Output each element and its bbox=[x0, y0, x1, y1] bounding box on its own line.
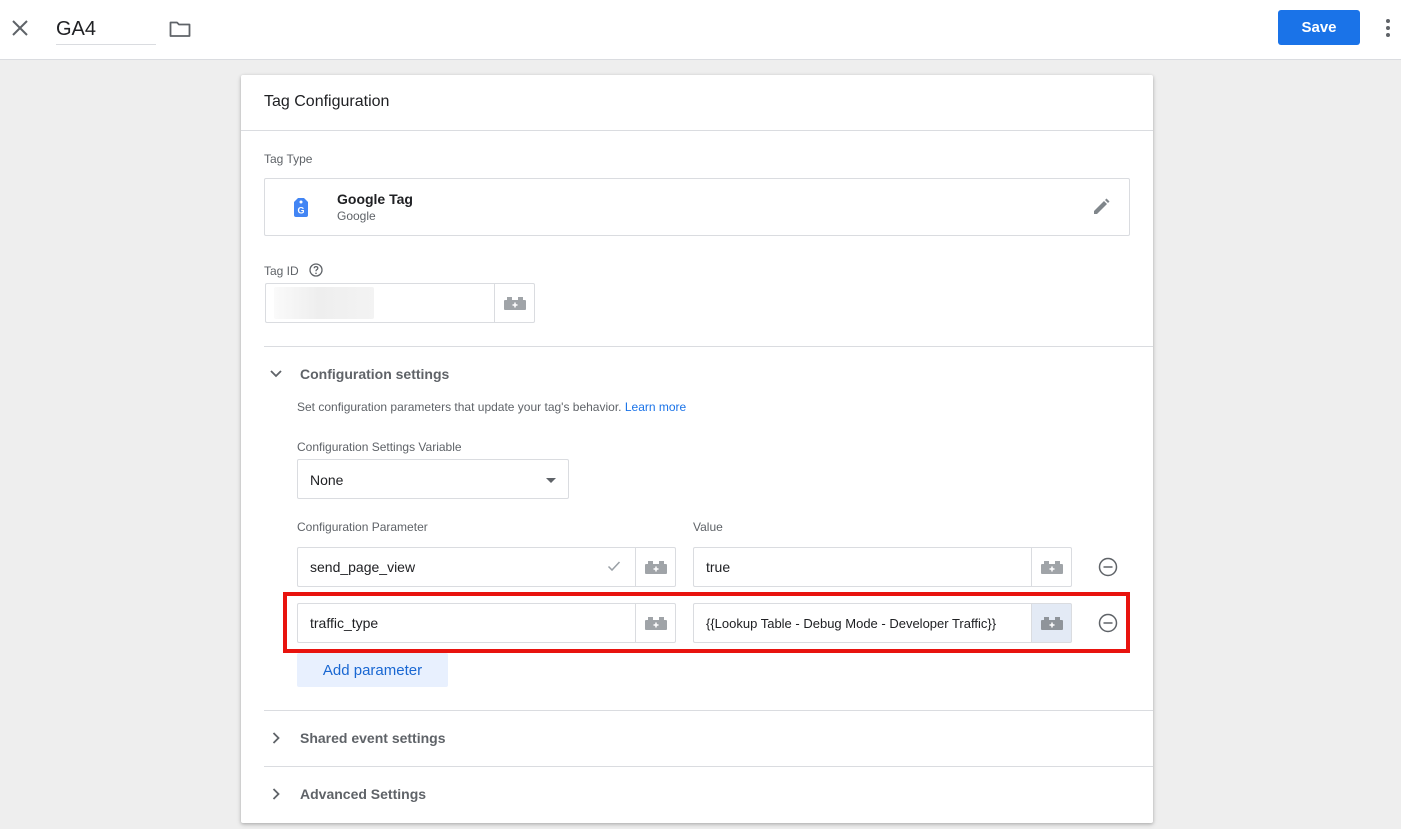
config-description: Set configuration parameters that update… bbox=[297, 400, 687, 414]
tag-name-input[interactable] bbox=[56, 15, 156, 45]
divider bbox=[264, 710, 1153, 711]
redacted-tag-id bbox=[274, 287, 374, 319]
top-bar: Save bbox=[0, 0, 1401, 60]
tag-type-name: Google Tag bbox=[337, 191, 413, 207]
parameter-name-input[interactable] bbox=[297, 547, 636, 587]
tag-type-label: Tag Type bbox=[264, 152, 313, 166]
tag-id-label: Tag ID bbox=[264, 264, 299, 278]
configuration-settings-toggle[interactable]: Configuration settings bbox=[264, 360, 449, 388]
advanced-settings-toggle[interactable]: Advanced Settings bbox=[264, 780, 426, 808]
select-value: None bbox=[310, 472, 344, 488]
add-parameter-button[interactable]: Add parameter bbox=[297, 653, 448, 687]
folder-icon[interactable] bbox=[168, 17, 192, 41]
tag-type-vendor: Google bbox=[337, 209, 376, 223]
svg-text:G: G bbox=[297, 206, 304, 216]
settings-variable-label: Configuration Settings Variable bbox=[297, 440, 462, 454]
variable-picker-button[interactable] bbox=[635, 547, 676, 587]
more-options-icon[interactable] bbox=[1378, 16, 1398, 40]
chevron-right-icon bbox=[264, 732, 288, 744]
parameter-value-input[interactable] bbox=[693, 603, 1032, 643]
lego-brick-icon bbox=[644, 617, 667, 630]
parameter-value-input[interactable] bbox=[693, 547, 1032, 587]
lego-brick-icon bbox=[644, 561, 667, 574]
remove-row-icon[interactable] bbox=[1097, 556, 1119, 578]
divider bbox=[264, 766, 1153, 767]
remove-row-icon[interactable] bbox=[1097, 612, 1119, 634]
variable-picker-button[interactable] bbox=[635, 603, 676, 643]
close-icon[interactable] bbox=[9, 17, 31, 39]
variable-picker-button[interactable] bbox=[1031, 603, 1072, 643]
card-title: Tag Configuration bbox=[264, 93, 390, 110]
section-title: Shared event settings bbox=[300, 730, 446, 746]
check-icon bbox=[607, 559, 621, 577]
edit-pencil-icon[interactable] bbox=[1091, 197, 1111, 222]
value-column-header: Value bbox=[693, 520, 723, 534]
lego-brick-icon bbox=[503, 297, 526, 310]
parameter-column-header: Configuration Parameter bbox=[297, 520, 428, 534]
shared-event-settings-toggle[interactable]: Shared event settings bbox=[264, 724, 446, 752]
lego-brick-icon bbox=[1040, 617, 1063, 630]
settings-variable-select[interactable]: None bbox=[297, 459, 569, 499]
lego-brick-icon bbox=[1040, 561, 1063, 574]
tag-configuration-card: Tag Configuration Tag Type G Google Tag … bbox=[241, 75, 1153, 823]
learn-more-link[interactable]: Learn more bbox=[625, 400, 686, 414]
chevron-right-icon bbox=[264, 788, 288, 800]
variable-picker-button[interactable] bbox=[494, 283, 535, 323]
divider bbox=[241, 130, 1153, 131]
variable-picker-button[interactable] bbox=[1031, 547, 1072, 587]
dropdown-caret-icon bbox=[546, 478, 556, 483]
section-title: Advanced Settings bbox=[300, 786, 427, 802]
section-title: Configuration settings bbox=[300, 366, 450, 382]
divider bbox=[264, 346, 1153, 347]
help-icon[interactable] bbox=[309, 263, 323, 282]
tag-type-selector[interactable]: G Google Tag Google bbox=[264, 178, 1130, 236]
save-button[interactable]: Save bbox=[1278, 10, 1360, 45]
google-tag-icon: G bbox=[292, 196, 310, 223]
chevron-down-icon bbox=[264, 370, 288, 378]
parameter-name-input[interactable] bbox=[297, 603, 636, 643]
